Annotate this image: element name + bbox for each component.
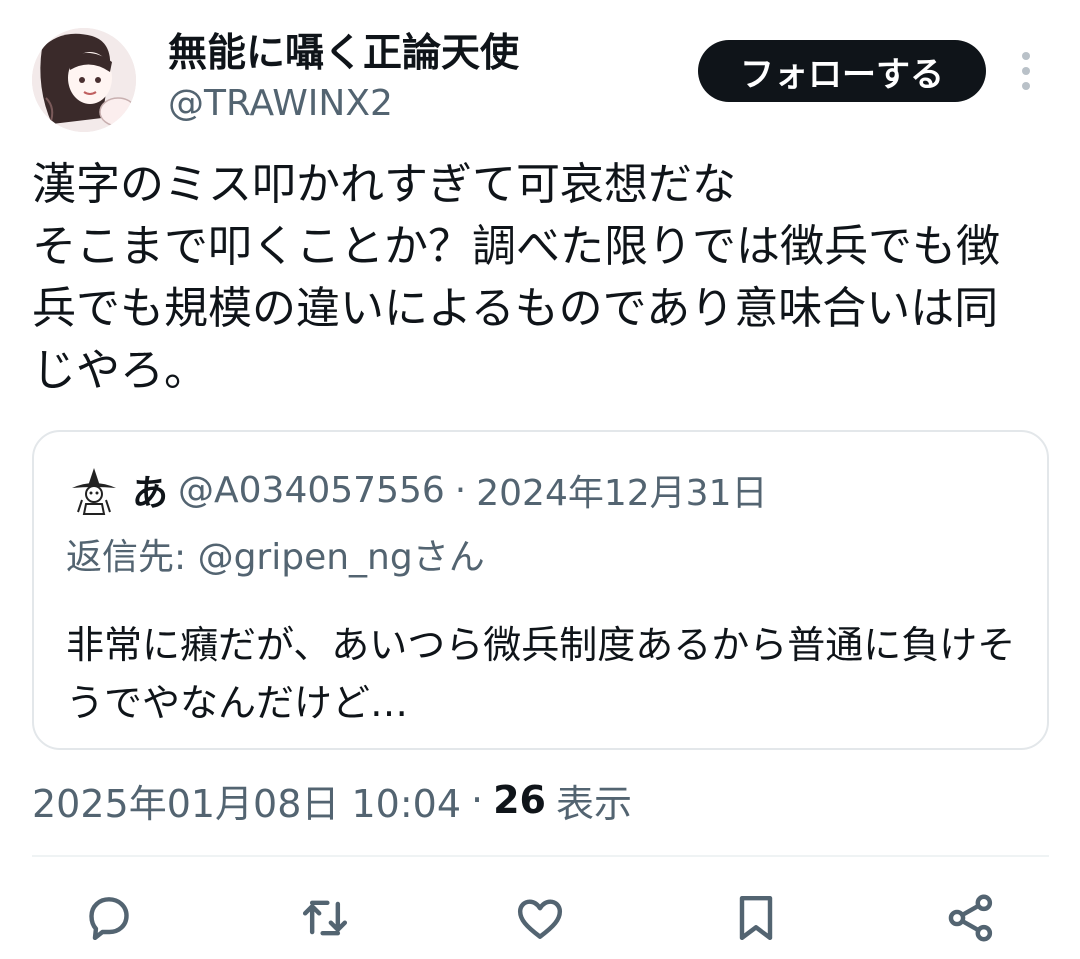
separator-dot: ·: [454, 469, 467, 511]
like-icon[interactable]: [507, 885, 573, 951]
quoted-tweet-date: 2024年12月31日: [476, 473, 768, 514]
separator-dot: ·: [471, 778, 484, 822]
retweet-icon[interactable]: [292, 885, 358, 951]
action-bar: [0, 885, 1080, 951]
share-icon[interactable]: [938, 885, 1004, 951]
tweet-text: 漢字のミス叩かれすぎて可哀想だな そこまで叩くことか？調べた限りでは徴兵でも徴兵…: [32, 159, 1000, 396]
reply-to-line: 返信先: @gripen_ngさん: [66, 528, 485, 578]
quoted-author-avatar: [68, 464, 120, 516]
reply-to-handle[interactable]: @gripen_ngさん: [198, 537, 485, 578]
quoted-tweet-card[interactable]: あ @A034057556 · 2024年12月31日 返信先: @gripen…: [32, 430, 1049, 750]
reply-to-label: 返信先:: [66, 537, 198, 578]
author-handle[interactable]: @TRAWINX2: [168, 82, 393, 126]
tweet-timestamp[interactable]: 2025年01月08日 10:04: [32, 773, 461, 828]
views-count: 26: [493, 778, 546, 822]
quoted-tweet-header: あ @A034057556 · 2024年12月31日: [132, 466, 768, 515]
follow-button[interactable]: フォローする: [698, 40, 986, 102]
tweet-meta: 2025年01月08日 10:04 · 26 表示: [32, 772, 632, 828]
views-label: 表示: [556, 781, 633, 826]
author-display-name[interactable]: 無能に囁く正論天使: [168, 30, 519, 78]
reply-icon[interactable]: [76, 885, 142, 951]
bookmark-icon[interactable]: [723, 885, 789, 951]
quoted-tweet-text: 非常に癪だが、あいつら微兵制度あるから普通に負けそうでやなんだけど…: [66, 623, 1016, 725]
divider: [32, 855, 1049, 857]
quoted-author-name: あ: [132, 473, 169, 514]
quoted-author-handle: @A034057556: [178, 469, 445, 511]
more-options-icon[interactable]: [1010, 48, 1042, 94]
tweet-detail: 無能に囁く正論天使 @TRAWINX2 フォローする 漢字のミス叩かれすぎて可哀…: [0, 0, 1080, 959]
author-avatar[interactable]: [32, 28, 136, 132]
